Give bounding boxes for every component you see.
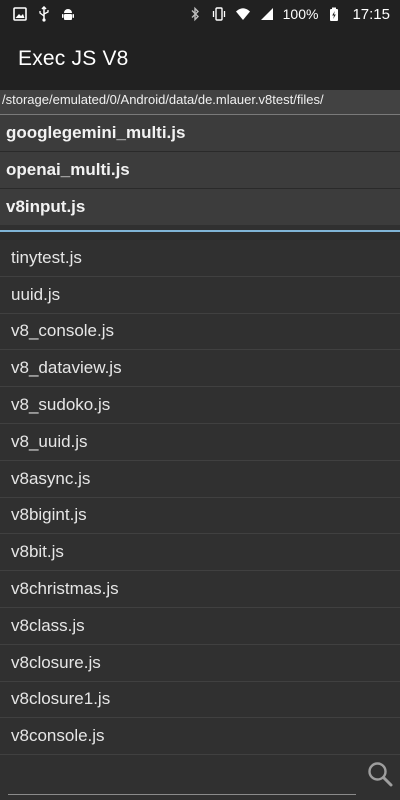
wifi-icon <box>235 6 251 22</box>
file-list-item[interactable]: v8console.js <box>0 718 400 756</box>
search-input[interactable] <box>8 758 356 795</box>
file-list-item[interactable]: v8class.js <box>0 608 400 645</box>
android-debug-icon <box>60 6 76 22</box>
recent-file-label: v8input.js <box>6 197 86 216</box>
file-list-item[interactable]: v8closure1.js <box>0 682 400 719</box>
file-label: uuid.js <box>11 284 61 304</box>
file-list-item[interactable]: v8closure.js <box>0 645 400 682</box>
vibrate-icon <box>211 6 227 22</box>
file-label: v8closure.js <box>11 652 101 672</box>
file-list-item[interactable]: uuid.js <box>0 277 400 314</box>
file-list-item[interactable]: v8bit.js <box>0 534 400 572</box>
file-label: v8christmas.js <box>11 579 119 599</box>
screen: 100% 17:15 Exec JS V8 /storage/emulated/… <box>0 0 400 800</box>
file-label: v8console.js <box>11 726 105 746</box>
recent-file-item[interactable]: googlegemini_multi.js <box>0 114 400 151</box>
notification-icons <box>12 6 76 22</box>
clock: 17:15 <box>352 5 390 23</box>
battery-percent: 100% <box>282 6 319 22</box>
file-list-item[interactable]: v8_dataview.js <box>0 350 400 388</box>
file-label: tinytest.js <box>11 247 82 267</box>
file-label: v8class.js <box>11 615 85 635</box>
bluetooth-icon <box>187 6 203 22</box>
recent-file-label: googlegemini_multi.js <box>6 123 186 142</box>
battery-charging-icon <box>326 6 342 22</box>
system-icons: 100% 17:15 <box>187 6 390 23</box>
file-list-item[interactable]: v8_sudoko.js <box>0 387 400 424</box>
file-label: v8async.js <box>11 468 91 488</box>
app-title: Exec JS V8 <box>18 47 129 70</box>
file-list: tinytest.js uuid.js v8_console.js v8_datavi… <box>0 240 400 756</box>
signal-icon <box>259 6 275 22</box>
file-label: v8_dataview.js <box>11 358 122 378</box>
file-list-item[interactable]: v8christmas.js <box>0 571 400 608</box>
file-label: v8bit.js <box>11 542 64 562</box>
status-bar: 100% 17:15 <box>0 0 400 28</box>
file-label: v8_console.js <box>11 321 115 341</box>
file-list-item[interactable]: v8async.js <box>0 461 400 498</box>
file-label: v8_uuid.js <box>11 431 88 451</box>
search-icon <box>368 762 393 787</box>
file-list-item[interactable]: v8bigint.js <box>0 498 400 535</box>
image-icon <box>12 6 28 22</box>
file-label: v8closure1.js <box>11 689 111 709</box>
directory-path: /storage/emulated/0/Android/data/de.mlau… <box>0 90 400 114</box>
file-list-item[interactable]: tinytest.js <box>0 240 400 277</box>
recent-file-label: openai_multi.js <box>6 160 130 179</box>
usb-icon <box>36 6 52 22</box>
recent-file-item[interactable]: openai_multi.js <box>0 151 400 188</box>
file-label: v8_sudoko.js <box>11 395 111 415</box>
file-label: v8bigint.js <box>11 505 87 525</box>
file-list-item[interactable]: v8_uuid.js <box>0 424 400 461</box>
list-divider <box>0 232 400 240</box>
recent-file-item[interactable]: v8input.js <box>0 188 400 225</box>
app-bar: Exec JS V8 <box>0 28 400 90</box>
search-button[interactable] <box>364 758 396 790</box>
search-row <box>0 752 400 800</box>
recent-files-list: googlegemini_multi.js openai_multi.js v8in… <box>0 114 400 225</box>
file-list-item[interactable]: v8_console.js <box>0 314 400 351</box>
